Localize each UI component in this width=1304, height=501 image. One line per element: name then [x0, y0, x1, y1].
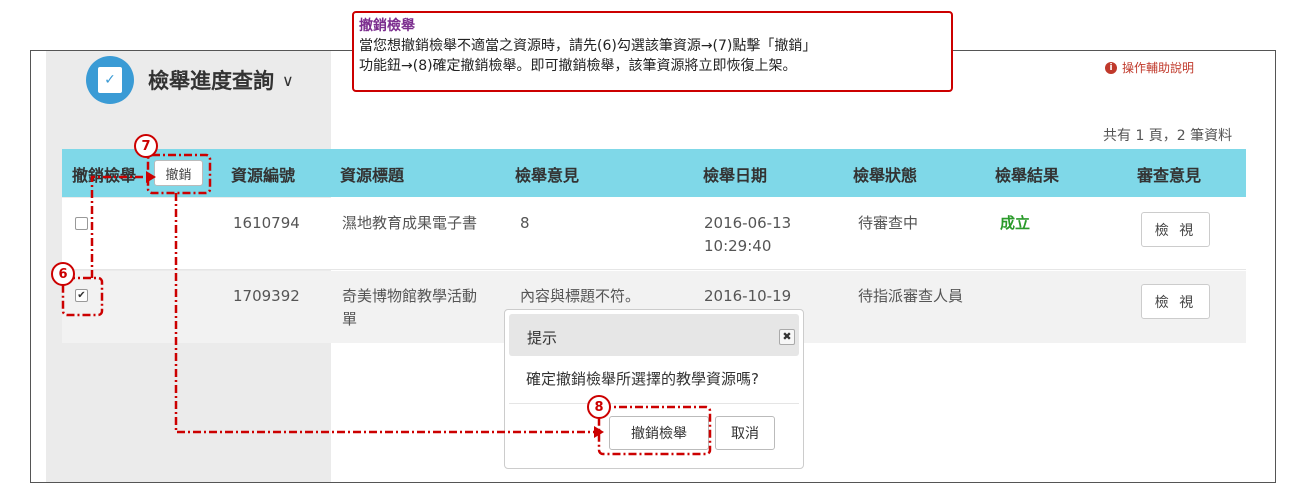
step7-highlight [146, 153, 212, 195]
connector-6-7 [90, 175, 146, 278]
annotation-overlay [61, 153, 712, 456]
step-6-marker: 6 [51, 262, 75, 286]
step8-highlight [597, 405, 712, 456]
step-7-marker: 7 [134, 134, 158, 158]
connector-7-8 [174, 193, 594, 434]
arrow-6-7 [146, 171, 156, 183]
step-8-marker: 8 [587, 395, 611, 419]
